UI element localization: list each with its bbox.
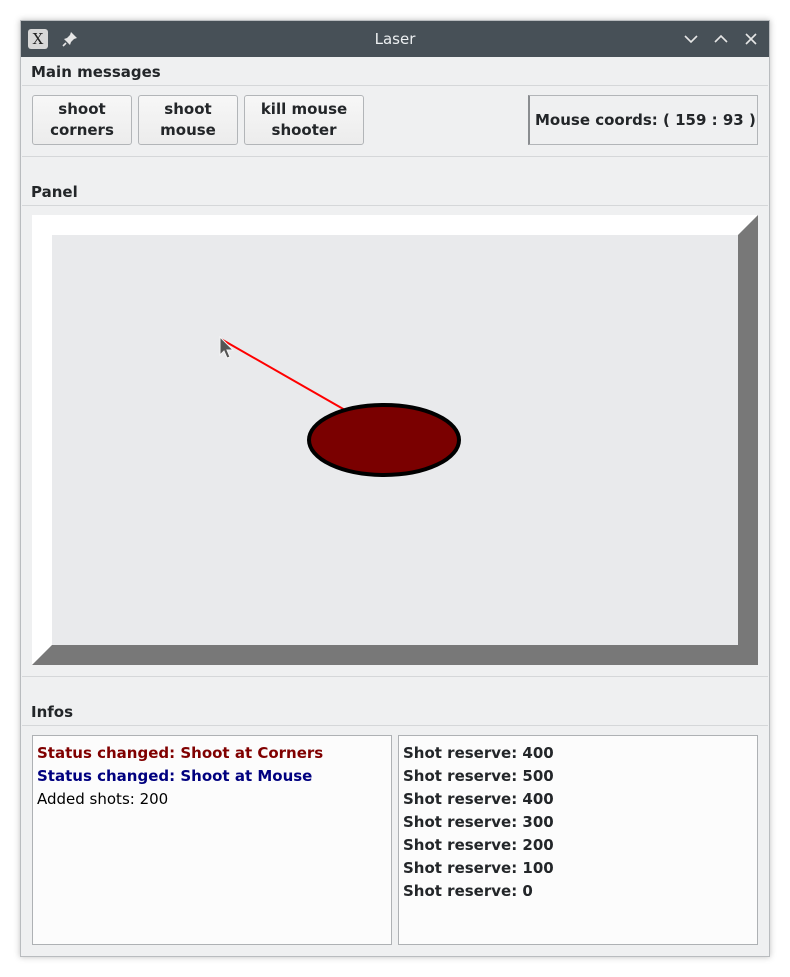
panel-title: Panel [31, 183, 78, 201]
shot-reserve-item: Shot reserve: 100 [403, 859, 554, 877]
shoot-corners-button[interactable]: shoot corners [32, 95, 132, 145]
maximize-button[interactable] [712, 30, 730, 48]
close-button[interactable] [742, 30, 760, 48]
shot-reserve-item: Shot reserve: 0 [403, 882, 533, 900]
title-bar[interactable]: X Laser [21, 21, 769, 57]
laser-target [307, 403, 461, 477]
message-item: Status changed: Shoot at Mouse [37, 767, 313, 785]
shot-reserve-item: Shot reserve: 500 [403, 767, 554, 785]
shot-reserve-item: Shot reserve: 300 [403, 813, 554, 831]
shot-reserve-list[interactable]: Shot reserve: 400 Shot reserve: 500 Shot r… [398, 735, 758, 945]
infos-title: Infos [31, 703, 74, 721]
message-item: Status changed: Shoot at Corners [37, 744, 324, 762]
shot-reserve-item: Shot reserve: 200 [403, 836, 554, 854]
shoot-mouse-button[interactable]: shoot mouse [138, 95, 238, 145]
shot-reserve-item: Shot reserve: 400 [403, 744, 554, 762]
laser-window: X Laser Main messages shoot corners shoo… [20, 20, 770, 957]
kill-mouse-shooter-button[interactable]: kill mouse shooter [244, 95, 364, 145]
messages-list[interactable]: Status changed: Shoot at Corners Status c… [32, 735, 392, 945]
shot-reserve-item: Shot reserve: 400 [403, 790, 554, 808]
mouse-coords-label: Mouse coords: ( 159 : 93 ) [528, 95, 758, 145]
laser-canvas[interactable] [32, 215, 758, 665]
window-title: Laser [374, 30, 416, 48]
message-item: Added shots: 200 [37, 790, 169, 808]
main-messages-title: Main messages [31, 63, 161, 81]
minimize-button[interactable] [682, 30, 700, 48]
